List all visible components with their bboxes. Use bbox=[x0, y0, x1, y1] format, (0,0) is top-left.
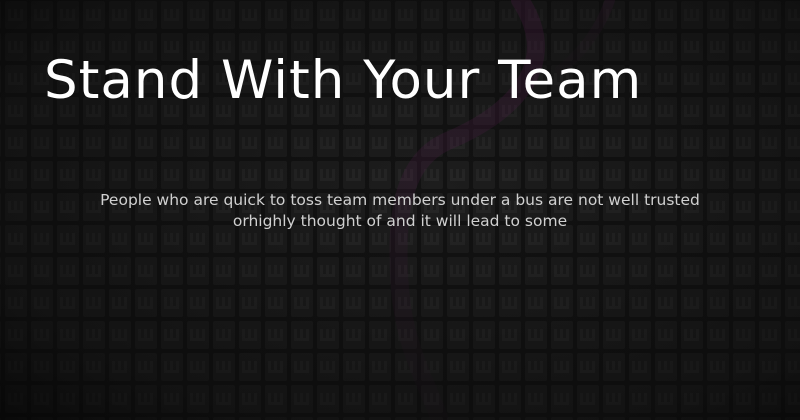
post-excerpt: People who are quick to toss team member… bbox=[100, 191, 700, 230]
post-title: Stand With Your Team bbox=[44, 50, 643, 111]
social-card: Stand With Your Team People who are quic… bbox=[0, 0, 800, 420]
